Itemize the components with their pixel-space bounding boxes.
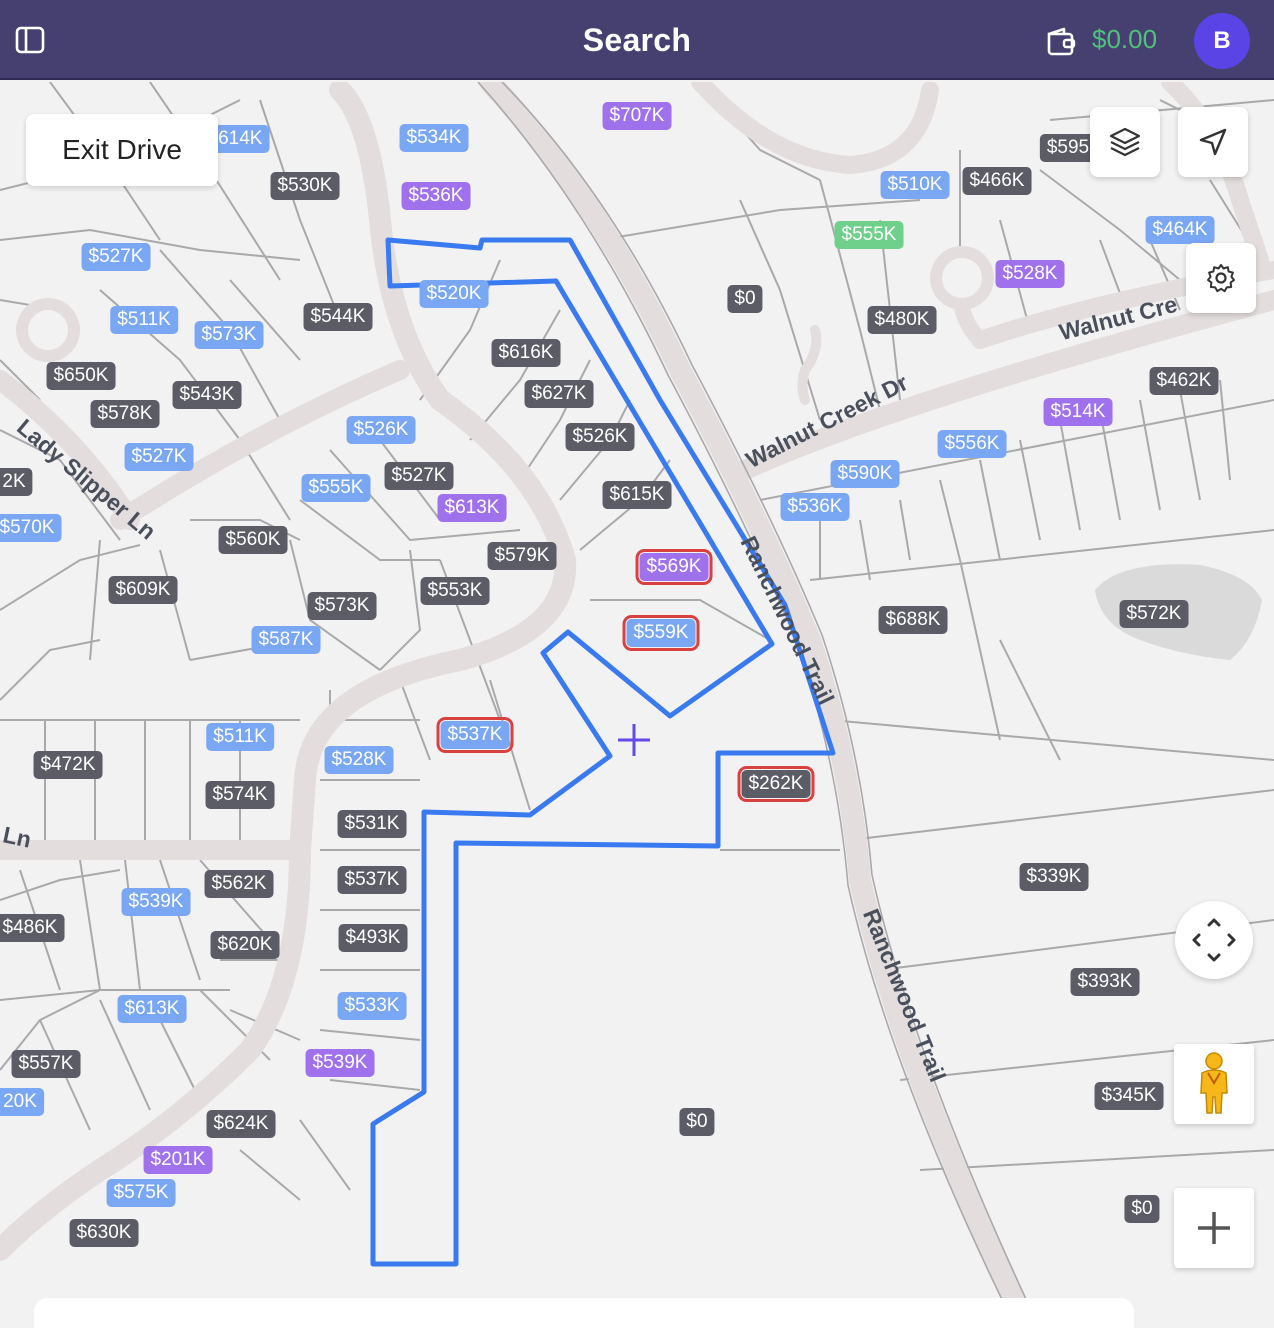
price-marker[interactable]: $527K — [124, 443, 194, 471]
price-marker[interactable]: $536K — [780, 493, 850, 521]
price-marker[interactable]: $511K — [206, 723, 274, 751]
price-marker[interactable]: $570K — [0, 514, 62, 542]
price-marker[interactable]: $533K — [337, 992, 407, 1020]
price-marker[interactable]: $707K — [602, 102, 672, 130]
price-marker[interactable]: 20K — [0, 1088, 44, 1116]
price-marker[interactable]: $575K — [106, 1179, 176, 1207]
price-marker[interactable]: $527K — [384, 462, 454, 490]
price-marker[interactable]: $201K — [143, 1146, 213, 1174]
price-marker[interactable]: $620K — [210, 931, 280, 959]
price-marker[interactable]: $616K — [491, 339, 561, 367]
price-marker[interactable]: $688K — [878, 606, 948, 634]
page-title: Search — [582, 22, 692, 58]
zoom-in-icon — [1198, 1212, 1230, 1244]
price-marker[interactable]: $579K — [487, 542, 557, 570]
price-marker[interactable]: $615K — [602, 481, 672, 509]
price-marker[interactable]: $573K — [307, 592, 377, 620]
locate-button[interactable] — [1178, 107, 1248, 177]
price-marker[interactable]: $613K — [117, 995, 187, 1023]
price-marker-selected[interactable]: $569K — [635, 549, 713, 585]
price-marker[interactable]: $0 — [1124, 1195, 1160, 1223]
price-marker[interactable]: $486K — [0, 914, 65, 942]
price-marker[interactable]: $574K — [205, 781, 275, 809]
roads — [0, 82, 1274, 1312]
price-marker[interactable]: $480K — [867, 306, 937, 334]
recenter-button[interactable] — [1175, 901, 1253, 979]
price-marker[interactable]: $0 — [727, 285, 763, 313]
price-marker[interactable]: $528K — [324, 746, 394, 774]
price-marker[interactable]: $534K — [399, 124, 469, 152]
price-marker[interactable]: $536K — [401, 182, 471, 210]
user-avatar[interactable]: B — [1194, 13, 1250, 69]
price-marker[interactable]: $650K — [46, 362, 116, 390]
map-view[interactable]: Walnut Creek Dr Walnut Cre Ranchwood Tra… — [0, 82, 1274, 1312]
price-marker[interactable]: $526K — [565, 423, 635, 451]
map-base-layer — [0, 82, 1274, 1312]
navigation-arrow-icon — [1199, 128, 1227, 156]
price-marker[interactable]: $613K — [437, 494, 507, 522]
price-marker[interactable]: $590K — [830, 460, 900, 488]
price-marker[interactable]: 2K — [0, 468, 33, 496]
street-view-button[interactable] — [1174, 1044, 1254, 1124]
price-marker[interactable]: $493K — [338, 924, 408, 952]
price-marker[interactable]: $560K — [218, 526, 288, 554]
price-marker[interactable]: $573K — [194, 321, 264, 349]
street-view-pegman-icon — [1200, 1052, 1228, 1114]
zoom-in-button[interactable] — [1174, 1188, 1254, 1268]
price-marker[interactable]: $537K — [337, 866, 407, 894]
price-marker[interactable]: $572K — [1119, 600, 1189, 628]
price-marker[interactable]: $339K — [1019, 863, 1089, 891]
price-marker[interactable]: $472K — [33, 751, 103, 779]
price-marker[interactable]: $511K — [110, 306, 178, 334]
price-marker[interactable]: $544K — [303, 303, 373, 331]
price-marker[interactable]: $543K — [172, 381, 242, 409]
price-marker[interactable]: $539K — [121, 888, 191, 916]
price-marker[interactable]: $578K — [90, 400, 160, 428]
price-marker[interactable]: $514K — [1043, 398, 1113, 426]
settings-button[interactable] — [1186, 243, 1256, 313]
price-marker[interactable]: $556K — [937, 430, 1007, 458]
price-marker[interactable]: $562K — [204, 870, 274, 898]
wallet-icon[interactable] — [1044, 24, 1078, 58]
price-marker[interactable]: $464K — [1145, 216, 1215, 244]
price-marker[interactable]: $587K — [251, 626, 321, 654]
price-marker[interactable]: $520K — [419, 280, 489, 308]
price-marker[interactable]: $530K — [270, 172, 340, 200]
price-marker[interactable]: $393K — [1070, 968, 1140, 996]
settings-gear-icon — [1207, 264, 1235, 293]
price-marker[interactable]: $0 — [679, 1108, 715, 1136]
price-marker[interactable]: $527K — [81, 243, 151, 271]
bottom-sheet-edge[interactable] — [34, 1298, 1134, 1328]
price-marker[interactable]: $528K — [995, 260, 1065, 288]
price-marker[interactable]: $539K — [305, 1049, 375, 1077]
price-marker-selected[interactable]: $262K — [737, 766, 815, 802]
price-marker-selected[interactable]: $537K — [436, 717, 514, 753]
price-marker[interactable]: $462K — [1149, 367, 1219, 395]
price-marker-selected[interactable]: $559K — [622, 615, 700, 651]
wallet-balance: $0.00 — [1092, 24, 1158, 54]
top-bar: Search $0.00 B — [0, 0, 1274, 80]
price-marker[interactable]: $555K — [834, 221, 904, 249]
price-marker[interactable]: $345K — [1094, 1082, 1164, 1110]
price-marker[interactable]: $531K — [337, 810, 407, 838]
layers-button[interactable] — [1090, 107, 1160, 177]
price-marker[interactable]: $526K — [346, 416, 416, 444]
price-marker[interactable]: $510K — [880, 171, 950, 199]
price-marker[interactable]: $553K — [420, 577, 490, 605]
price-marker[interactable]: $630K — [69, 1219, 139, 1247]
crosshair-icon — [618, 724, 650, 756]
layers-icon — [1109, 127, 1141, 157]
recenter-icon — [1192, 918, 1236, 962]
price-marker[interactable]: $627K — [524, 380, 594, 408]
price-marker[interactable]: $555K — [301, 474, 371, 502]
price-marker[interactable]: $609K — [108, 576, 178, 604]
price-marker[interactable]: $624K — [206, 1110, 276, 1138]
price-marker[interactable]: $466K — [962, 167, 1032, 195]
price-marker[interactable]: $557K — [11, 1050, 81, 1078]
exit-drive-button[interactable]: Exit Drive — [26, 114, 218, 186]
price-marker[interactable]: $595 — [1039, 134, 1097, 162]
